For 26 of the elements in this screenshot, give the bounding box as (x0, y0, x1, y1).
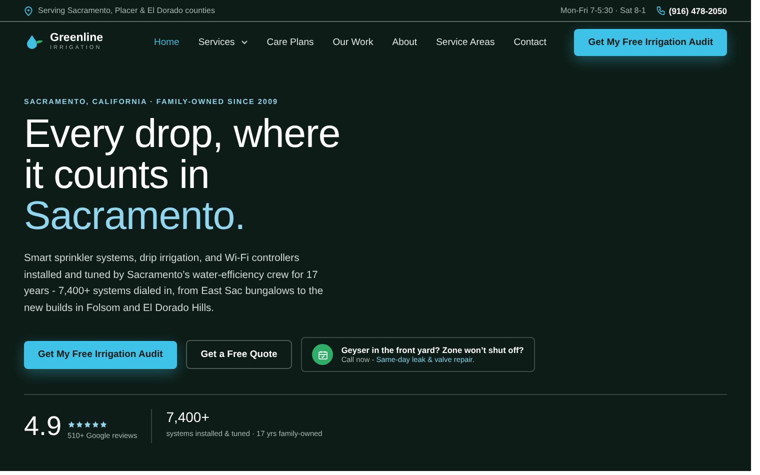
headline-accent: Sacramento. (24, 196, 246, 237)
hero-description: Smart sprinkler systems, drip irrigation, and Wi-Fi controllers installed and tuned by Sacramento’s water-efficiency crew for 17 years - 7,400+ systems dialed in, from East Sac bungalows to the new builds in Folsom and El Dorado Hills. (24, 252, 324, 316)
calendar-icon (318, 350, 328, 360)
phone-icon (656, 6, 665, 15)
audit-button[interactable]: Get My Free Irrigation Audit (574, 28, 727, 56)
callout-title: Geyser in the front yard? Zone won’t shut off? (341, 345, 524, 356)
chevron-down-icon (240, 40, 248, 44)
rating-value: 4.9 (24, 410, 62, 442)
stat-value: 7,400+ (166, 409, 210, 426)
nav-link[interactable]: Service Areas (436, 36, 495, 48)
water-drop-leaf-icon (24, 34, 44, 50)
nav-link[interactable]: About (392, 36, 418, 48)
phone-link[interactable]: (916) 478-2050 (656, 6, 727, 16)
location-pin-icon (24, 6, 33, 16)
headline-line: Every drop, where (24, 114, 342, 155)
nav-link[interactable]: Services (198, 36, 248, 48)
audit-button[interactable]: Get My Free Irrigation Audit (24, 340, 177, 369)
nav-link[interactable]: Care Plans (266, 36, 314, 48)
nav-link[interactable]: Contact (514, 36, 546, 48)
brand-name: Greenline (50, 32, 104, 44)
quote-button[interactable]: Get a Free Quote (186, 340, 292, 370)
hours-text: Mon-Fri 7-5:30 · Sat 8-1 (560, 6, 646, 15)
nav-link[interactable]: Our Work (332, 36, 374, 48)
service-area-text: Serving Sacramento, Placer & El Dorado counties (38, 6, 215, 15)
headline-line: it counts in (24, 155, 210, 196)
nav-link[interactable]: Home (154, 36, 180, 48)
